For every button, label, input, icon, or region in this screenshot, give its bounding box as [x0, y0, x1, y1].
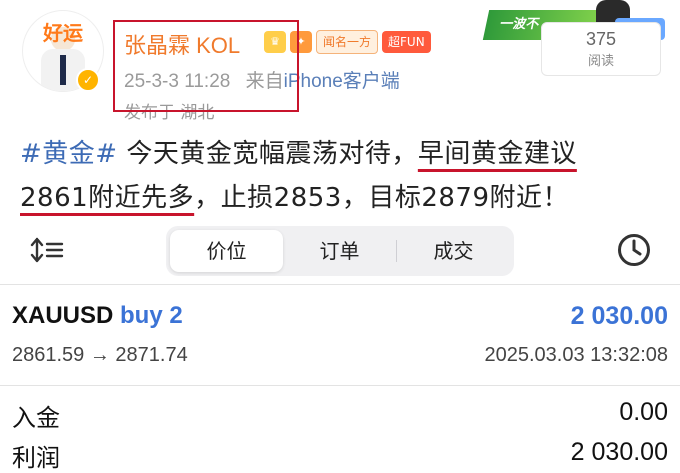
price-range: 2861.59 → 2871.74 [12, 344, 188, 366]
divider [0, 284, 680, 285]
verified-icon: ✓ [76, 68, 100, 92]
clock-icon[interactable] [616, 232, 652, 268]
trade-panel: 价位 订单 成交 XAUUSD buy 2 2 030.00 2861.59 →… [0, 222, 680, 472]
views-counter: 375 阅读 [541, 22, 661, 76]
avatar-tie [60, 55, 66, 85]
avatar-pendant: 好运 [43, 21, 83, 45]
profit-label: 利润 [12, 444, 60, 472]
tab-deals[interactable]: 成交 [397, 230, 510, 272]
highlight-box [113, 20, 299, 112]
trade-datetime: 2025.03.03 13:32:08 [484, 344, 668, 366]
post-device[interactable]: iPhone客户端 [284, 71, 400, 92]
post-text-part1: 今天黄金宽幅震荡对待， [117, 139, 418, 169]
position-direction: buy 2 [120, 302, 183, 329]
deposit-label: 入金 [12, 404, 60, 432]
symbol-name: XAUUSD [12, 302, 114, 329]
hashtag-link[interactable]: #黄金# [20, 139, 118, 169]
views-count: 375 [585, 29, 617, 49]
post-text-underline2: 2861附近先多 [20, 183, 195, 213]
post-text-part2: ，止损2853，目标2879附近！ [194, 183, 570, 213]
profit-value: 2 030.00 [570, 438, 668, 466]
sort-icon[interactable] [30, 236, 64, 264]
divider [0, 385, 680, 386]
fun-badge[interactable]: 超FUN [382, 31, 431, 53]
post-text-underline1: 早间黄金建议 [417, 139, 577, 169]
position-profit: 2 030.00 [570, 302, 668, 330]
post-header: 好运 ✓ 张晶霖 KOL ♛ ✦ 闻名一方 超FUN 25-3-3 11:28 … [0, 0, 680, 124]
views-label: 阅读 [587, 54, 614, 69]
tab-orders[interactable]: 订单 [283, 230, 396, 272]
tab-bar: 价位 订单 成交 [166, 226, 514, 276]
fame-badge[interactable]: 闻名一方 [316, 30, 379, 54]
position-symbol[interactable]: XAUUSD buy 2 [12, 302, 183, 330]
tab-price[interactable]: 价位 [170, 230, 283, 272]
deposit-value: 0.00 [619, 398, 668, 426]
post-body: #黄金# 今天黄金宽幅震荡对待，早间黄金建议 2861附近先多，止损2853，目标… [20, 132, 668, 220]
